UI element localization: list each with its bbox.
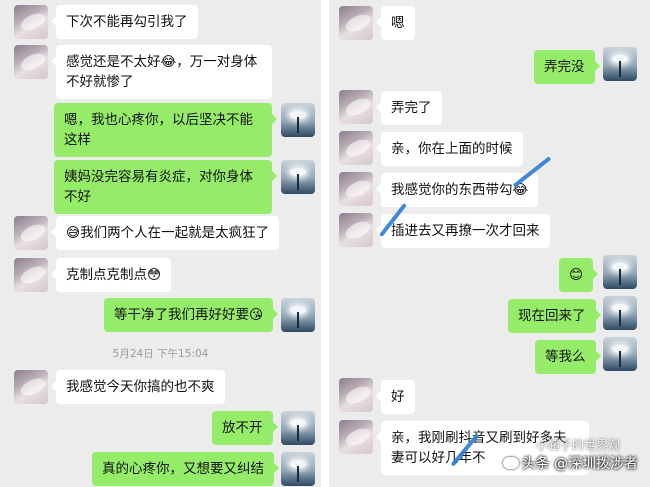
left-chat-screenshot: 下次不能再勾引我了 感觉还是不太好😂，万一对身体不好就惨了 嗯，我也心疼你，以后… [0,0,321,487]
contact-avatar[interactable] [339,172,373,206]
message-bubble-sent[interactable]: 姨妈没完容易有炎症，对你身体不好 [54,160,277,214]
message-bubble-received[interactable]: 嗯 [376,6,415,40]
contact-avatar[interactable] [339,6,373,40]
wechat-icon [502,457,519,469]
message-bubble-received[interactable]: 弄完了 [376,91,442,125]
message-bubble-received[interactable]: 感觉还是不太好😂，万一对身体不好就惨了 [51,45,272,99]
watermark: 头条 @深圳拨涉者 [502,453,638,473]
my-avatar[interactable] [603,47,637,81]
right-chat-screenshot: 嗯 弄完没 弄完了 亲，你在上面的时候 我感觉你的东西带勾😂 插进去又再撩一次才… [329,0,650,487]
message-bubble-received[interactable]: 亲，你在上面的时候 [376,132,523,166]
my-avatar[interactable] [281,160,315,194]
panel-divider [321,0,329,487]
my-avatar[interactable] [281,452,315,486]
contact-avatar[interactable] [14,216,48,250]
message-bubble-received[interactable]: 我感觉今天你搞的也不爽 [51,370,225,404]
contact-avatar[interactable] [14,45,48,79]
my-avatar[interactable] [603,337,637,371]
message-bubble-sent[interactable]: 弄完没 [534,50,599,84]
contact-avatar[interactable] [339,420,373,454]
contact-avatar[interactable] [14,5,48,39]
my-avatar[interactable] [281,103,315,137]
message-bubble-received[interactable]: 😅我们两个人在一起就是太疯狂了 [50,216,280,250]
faint-watermark: 小猪子的世界观 [535,438,620,452]
contact-avatar[interactable] [14,370,48,404]
message-bubble-received[interactable]: 下次不能再勾引我了 [51,5,198,39]
message-bubble-received[interactable]: 好 [376,380,415,414]
message-bubble-sent[interactable]: 等干净了我们再好好要😘 [104,298,279,332]
message-bubble-sent[interactable]: 嗯，我也心疼你，以后坚决不能这样 [54,103,277,157]
watermark-text: 头条 @深圳拨涉者 [521,456,638,472]
my-avatar[interactable] [281,411,315,445]
contact-avatar[interactable] [339,213,373,247]
message-bubble-sent[interactable]: 等我么 [535,340,600,374]
my-avatar[interactable] [603,296,637,330]
message-bubble-received[interactable]: 克制点克制点😳 [50,258,172,292]
message-bubble-received[interactable]: 插进去又再撩一次才回来 [376,214,550,248]
contact-avatar[interactable] [339,131,373,165]
contact-avatar[interactable] [339,90,373,124]
message-bubble-sent[interactable]: 真的心疼你，又想要又纠结 [92,452,279,486]
message-bubble-received[interactable]: 我感觉你的东西带勾😂 [375,173,539,207]
contact-avatar[interactable] [14,258,48,292]
contact-avatar[interactable] [339,378,373,412]
message-bubble-sent[interactable]: 😊 [559,258,599,292]
my-avatar[interactable] [281,298,315,332]
my-avatar[interactable] [603,255,637,289]
message-bubble-sent[interactable]: 现在回来了 [508,299,600,333]
message-bubble-sent[interactable]: 放不开 [212,411,277,445]
chat-timestamp: 5月24日 下午15:04 [112,348,209,360]
